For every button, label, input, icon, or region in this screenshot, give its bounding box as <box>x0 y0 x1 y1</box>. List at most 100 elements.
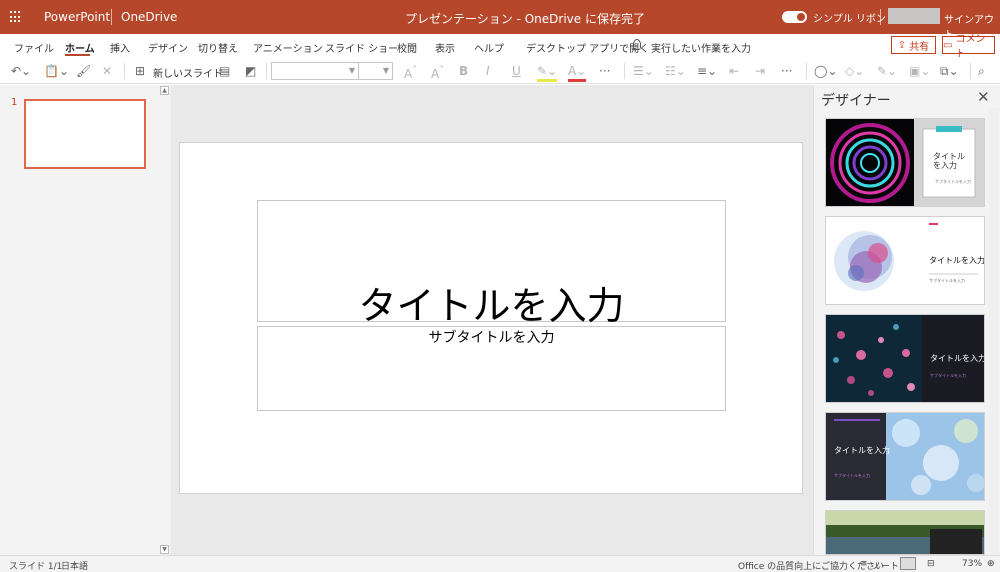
tell-me-search[interactable]: 実行したい作業を入力 <box>651 40 751 55</box>
title-bar: PowerPoint OneDrive プレゼンテーション - OneDrive… <box>0 0 1000 41</box>
font-family-select[interactable]: ▼ <box>271 62 359 80</box>
bullets-icon[interactable]: ☰⌄ <box>633 63 654 79</box>
tab-insert[interactable]: 挿入 <box>110 40 130 55</box>
app-launcher-icon[interactable] <box>10 11 22 23</box>
subtitle-placeholder[interactable]: サブタイトルを入力 <box>257 326 726 411</box>
numbering-icon[interactable]: ☷⌄ <box>665 63 686 79</box>
ribbon-divider <box>266 63 267 79</box>
share-icon: ⇪ <box>897 39 907 51</box>
shapes-icon[interactable]: ◯⌄ <box>814 63 837 79</box>
slide-background-icon[interactable]: ◩ <box>245 63 256 79</box>
shape-effects-icon[interactable]: ▣⌄ <box>909 63 930 79</box>
close-icon[interactable]: ✕ <box>977 88 990 106</box>
comments-button[interactable]: ▭ コメント <box>942 34 995 60</box>
design-idea-2-title: タイトルを入力 <box>929 256 985 265</box>
language-indicator[interactable]: 日本語 <box>61 559 88 572</box>
avatar[interactable] <box>888 8 940 24</box>
arrange-icon[interactable]: ⧉⌄ <box>940 63 959 79</box>
thumbnails-scrollbar[interactable]: ▲ ▼ <box>159 85 170 555</box>
simple-ribbon-label: シンプル リボン <box>813 14 886 25</box>
design-idea-5[interactable] <box>825 510 985 555</box>
notes-button[interactable]: ノート <box>872 559 899 572</box>
scroll-down-icon[interactable]: ▼ <box>160 545 169 554</box>
design-idea-1[interactable]: タイトル を入力 サブタイトルを入力 <box>825 118 985 207</box>
clear-icon[interactable]: ✕ <box>102 63 112 79</box>
slide-count: スライド 1/1 <box>9 562 63 572</box>
tab-file[interactable]: ファイル <box>14 40 54 55</box>
app-name[interactable]: PowerPoint <box>44 10 110 24</box>
title-placeholder-text: タイトルを入力 <box>358 284 625 328</box>
tab-slideshow[interactable]: スライド ショー <box>325 40 398 55</box>
ribbon-toolbar: ↶⌄ 📋⌄ 🖌 ✕ ⊞ 新しいスライド ▤ ◩ ▼ ▼ A˄ A˅ B I U … <box>0 58 1000 84</box>
ribbon-divider <box>970 63 971 79</box>
design-idea-2-subtitle: サブタイトルを入力 <box>929 278 965 283</box>
active-tab-indicator <box>65 54 90 56</box>
font-color-icon[interactable]: A⌄ <box>568 63 587 82</box>
breadcrumb-onedrive[interactable]: OneDrive <box>121 10 177 24</box>
design-idea-4[interactable]: タイトルを入力 サブタイトルを入力 <box>825 412 985 501</box>
search-icon[interactable]: ⌕ <box>978 63 985 79</box>
normal-view-icon[interactable] <box>900 557 916 570</box>
shrink-font-icon[interactable]: A˅ <box>431 63 444 82</box>
design-idea-1-subtitle: サブタイトルを入力 <box>935 179 971 184</box>
bold-icon[interactable]: B <box>459 63 468 79</box>
designer-scrollbar[interactable] <box>989 108 999 555</box>
font-size-select[interactable]: ▼ <box>358 62 393 80</box>
notes-icon[interactable]: ≡ <box>860 559 868 569</box>
tab-design[interactable]: デザイン <box>148 40 188 55</box>
share-button[interactable]: ⇪ 共有 <box>891 36 936 54</box>
grow-font-icon[interactable]: A˄ <box>404 63 417 82</box>
shape-outline-icon[interactable]: ✎⌄ <box>877 63 897 79</box>
design-idea-5-art <box>826 511 984 554</box>
tab-transitions[interactable]: 切り替え <box>198 40 238 55</box>
design-idea-4-title: タイトルを入力 <box>834 446 890 455</box>
design-idea-3[interactable]: タイトルを入力 サブタイトルを入力 <box>825 314 985 403</box>
ribbon-divider <box>806 63 807 79</box>
highlight-icon[interactable]: ✎⌄ <box>537 63 558 82</box>
slide-number: 1 <box>11 97 18 108</box>
fit-to-window-icon[interactable]: ⊕ <box>987 559 995 569</box>
design-idea-4-subtitle: サブタイトルを入力 <box>834 473 870 478</box>
scroll-up-icon[interactable]: ▲ <box>160 86 169 95</box>
tab-help[interactable]: ヘルプ <box>474 40 504 55</box>
decrease-indent-icon[interactable]: ⇤ <box>729 63 739 79</box>
underline-icon[interactable]: U <box>512 63 521 79</box>
format-painter-icon[interactable]: 🖌 <box>76 63 91 79</box>
design-idea-3-subtitle: サブタイトルを入力 <box>930 373 966 378</box>
status-bar: スライド 1/1 日本語 Office の品質向上にご協力ください ≡ ノート … <box>0 555 1000 572</box>
title-separator-2 <box>880 9 881 25</box>
tab-view[interactable]: 表示 <box>435 40 455 55</box>
more-font-options-icon[interactable]: ··· <box>599 63 610 79</box>
layout-icon[interactable]: ▤ <box>219 63 230 79</box>
slide-thumbnail[interactable] <box>24 99 146 169</box>
design-idea-4-art <box>826 413 984 500</box>
more-paragraph-options-icon[interactable]: ··· <box>781 63 792 79</box>
tab-animations[interactable]: アニメーション <box>253 40 323 55</box>
simple-ribbon-toggle[interactable] <box>782 11 807 23</box>
share-label: 共有 <box>909 41 930 53</box>
lightbulb-icon <box>633 39 641 50</box>
align-icon[interactable]: ≡⌄ <box>697 63 717 79</box>
increase-indent-icon[interactable]: ⇥ <box>755 63 765 79</box>
comment-icon: ▭ <box>943 39 953 51</box>
open-desktop-app[interactable]: デスクトップ アプリで開く <box>526 40 649 55</box>
document-title[interactable]: プレゼンテーション - OneDrive に保存完了 <box>405 10 645 27</box>
new-slide-icon[interactable]: ⊞ <box>135 63 145 79</box>
subtitle-placeholder-text: サブタイトルを入力 <box>428 330 555 346</box>
design-idea-2[interactable]: タイトルを入力 サブタイトルを入力 <box>825 216 985 305</box>
comment-label: コメント <box>955 34 986 60</box>
menu-bar: ファイル ホーム 挿入 デザイン 切り替え アニメーション スライド ショー 校… <box>0 34 1000 58</box>
tab-home[interactable]: ホーム <box>65 40 95 55</box>
slide-thumbnails-pane: 1 <box>0 85 170 555</box>
undo-icon[interactable]: ↶⌄ <box>11 63 31 79</box>
slideshow-view-icon[interactable]: ⊟ <box>927 559 935 569</box>
tab-review[interactable]: 校閲 <box>397 40 417 55</box>
zoom-level[interactable]: 73% <box>962 559 982 569</box>
new-slide-button[interactable]: 新しいスライド <box>153 65 223 80</box>
title-placeholder[interactable]: タイトルを入力 <box>257 200 726 328</box>
design-idea-1-title: タイトル を入力 <box>933 152 965 170</box>
italic-icon[interactable]: I <box>486 63 490 79</box>
shape-fill-icon[interactable]: ◇⌄ <box>845 63 864 79</box>
ribbon-divider <box>624 63 625 79</box>
paste-icon[interactable]: 📋⌄ <box>44 63 69 79</box>
